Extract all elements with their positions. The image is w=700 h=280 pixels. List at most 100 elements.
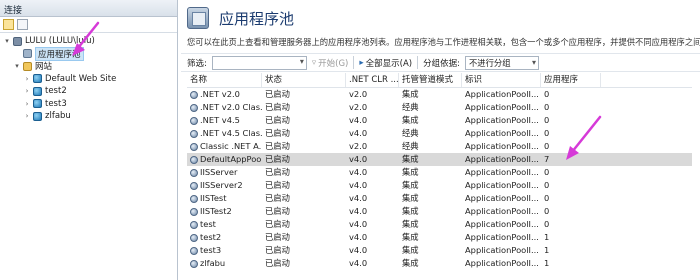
expand-toggle-icon[interactable]: ▾: [3, 37, 11, 45]
column-pipeline-cell: 集成: [402, 89, 419, 99]
column-identity-header[interactable]: 标识: [462, 73, 541, 87]
column-status-cell: 已启动: [265, 193, 290, 203]
column-pipeline-cell: 集成: [402, 206, 419, 216]
column-pipeline-cell: 经典: [402, 102, 419, 112]
table-row[interactable]: test2 已启动 v4.0 集成 ApplicationPoolI... 1: [187, 231, 692, 244]
app-pool-name: .NET v2.0 Clas...: [200, 102, 262, 112]
table-row[interactable]: test3 已启动 v4.0 集成 ApplicationPoolI... 1: [187, 244, 692, 257]
app-pool-name: test: [200, 219, 216, 229]
column-name-cell: test2: [187, 231, 262, 244]
column-applications-cell: 0: [544, 89, 550, 99]
column-applications-cell: 0: [544, 180, 550, 190]
filter-input[interactable]: [211, 55, 307, 70]
column-name-cell: test3: [187, 244, 262, 257]
column-applications-cell: 1: [544, 245, 550, 255]
content-pane: 应用程序池 您可以在此页上查看和管理服务器上的应用程序池列表。应用程序池与工作进…: [179, 0, 700, 280]
tree-node[interactable]: › test3: [0, 98, 177, 111]
toolbar-separator: [417, 56, 419, 69]
column-identity-cell: ApplicationPoolI...: [465, 232, 539, 242]
app-pool-icon: [190, 90, 198, 99]
column-status-header[interactable]: 状态: [262, 73, 346, 87]
column-status-cell: 已启动: [265, 115, 290, 125]
column-status-cell: 已启动: [265, 154, 290, 164]
expand-toggle-icon[interactable]: [13, 50, 21, 58]
column-identity-cell: ApplicationPoolI...: [465, 219, 539, 229]
start-page-icon[interactable]: [3, 19, 14, 30]
column-status-cell: 已启动: [265, 232, 290, 242]
app-pool-icon: [190, 246, 198, 255]
app-pool-icon: [190, 181, 198, 190]
page-description: 您可以在此页上查看和管理服务器上的应用程序池列表。应用程序池与工作进程相关联，包…: [187, 37, 700, 47]
tree-node-label: Default Web Site: [45, 73, 117, 84]
table-row[interactable]: .NET v2.0 已启动 v2.0 集成 ApplicationPoolI... 0: [187, 88, 692, 101]
expand-toggle-icon[interactable]: ▾: [13, 62, 21, 70]
app-pool-icon: [190, 194, 198, 203]
column-pipeline-header[interactable]: 托管管道模式: [399, 73, 462, 87]
table-row[interactable]: test 已启动 v4.0 集成 ApplicationPoolI... 0: [187, 218, 692, 231]
tree-node[interactable]: › Default Web Site: [0, 73, 177, 86]
column-name-cell: IISTest: [187, 192, 262, 205]
page-title: 应用程序池: [219, 9, 295, 28]
start-filter-button[interactable]: ▿ 开始(G): [312, 57, 349, 69]
app-pool-name: test2: [200, 232, 222, 242]
show-all-button[interactable]: ▸ 全部显示(A): [359, 57, 412, 69]
app-pool-icon: [190, 155, 198, 164]
tree-node[interactable]: › zlfabu: [0, 110, 177, 123]
column-clr-cell: v2.0: [349, 89, 368, 99]
column-name-cell: Classic .NET A...: [187, 140, 262, 153]
column-name-cell: .NET v4.5: [187, 114, 262, 127]
column-status-cell: 已启动: [265, 141, 290, 151]
table-row[interactable]: zlfabu 已启动 v4.0 集成 ApplicationPoolI... 1: [187, 257, 692, 270]
save-icon[interactable]: [17, 19, 28, 30]
column-identity-cell: ApplicationPoolI...: [465, 193, 539, 203]
column-applications-header[interactable]: 应用程序: [541, 73, 601, 87]
tree-node[interactable]: › test2: [0, 85, 177, 98]
tree-node-label: test2: [45, 86, 67, 97]
group-by-select[interactable]: 不进行分组: [465, 55, 539, 70]
column-name-cell: .NET v2.0 Clas...: [187, 101, 262, 114]
column-name-cell: IISServer2: [187, 179, 262, 192]
table-row[interactable]: IISTest2 已启动 v4.0 集成 ApplicationPoolI... 0: [187, 205, 692, 218]
app-pool-name: DefaultAppPool: [200, 154, 262, 164]
table-row[interactable]: IISServer2 已启动 v4.0 集成 ApplicationPoolI... 0: [187, 179, 692, 192]
column-clr-header[interactable]: .NET CLR ...: [346, 73, 399, 87]
tree-node-label: zlfabu: [45, 111, 71, 122]
column-clr-cell: v4.0: [349, 180, 368, 190]
column-name-cell: .NET v4.5 Clas...: [187, 127, 262, 140]
show-all-icon: ▸: [359, 57, 364, 68]
globe-icon: [33, 99, 42, 109]
column-name-cell: DefaultAppPool: [187, 153, 262, 166]
column-applications-cell: 1: [544, 232, 550, 242]
column-applications-cell: 0: [544, 219, 550, 229]
column-clr-cell: v4.0: [349, 206, 368, 216]
app-pool-name: IISTest2: [200, 206, 232, 216]
connections-header: 连接: [0, 0, 177, 17]
globe-icon: [33, 74, 42, 84]
column-clr-cell: v4.0: [349, 154, 368, 164]
column-status-cell: 已启动: [265, 180, 290, 190]
app-pool-icon: [190, 129, 198, 138]
app-pool-icon: [190, 233, 198, 242]
column-name-header[interactable]: 名称: [187, 73, 262, 87]
app-pool-name: test3: [200, 245, 222, 255]
globe-icon: [33, 111, 42, 121]
app-pool-name: IISServer2: [200, 180, 243, 190]
column-identity-cell: ApplicationPoolI...: [465, 206, 539, 216]
column-clr-cell: v4.0: [349, 128, 368, 138]
expand-toggle-icon[interactable]: ›: [23, 87, 31, 95]
expand-toggle-icon[interactable]: ›: [23, 75, 31, 83]
column-pipeline-cell: 集成: [402, 232, 419, 242]
column-identity-cell: ApplicationPoolI...: [465, 180, 539, 190]
column-status-cell: 已启动: [265, 245, 290, 255]
column-clr-cell: v4.0: [349, 193, 368, 203]
expand-toggle-icon[interactable]: ›: [23, 112, 31, 120]
expand-toggle-icon[interactable]: ›: [23, 100, 31, 108]
funnel-icon: ▿: [311, 57, 317, 68]
column-name-cell: zlfabu: [187, 257, 262, 270]
column-clr-cell: v4.0: [349, 219, 368, 229]
app-pool-icon: [190, 259, 198, 268]
app-pools-feature-icon: [187, 7, 209, 29]
column-status-cell: 已启动: [265, 128, 290, 138]
start-filter-label: 开始(G): [318, 58, 349, 69]
table-row[interactable]: IISTest 已启动 v4.0 集成 ApplicationPoolI... 0: [187, 192, 692, 205]
